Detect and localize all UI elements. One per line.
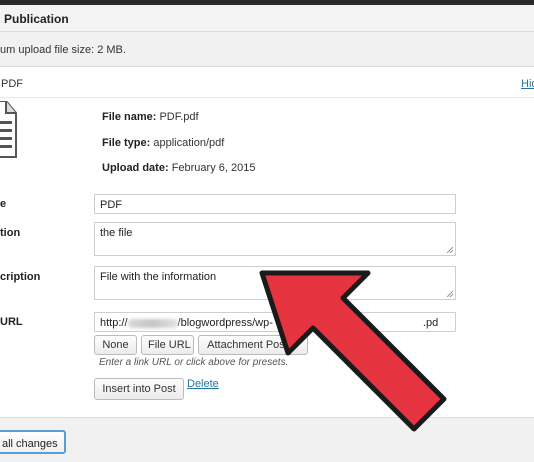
file-type-value: application/pdf	[153, 137, 225, 149]
upload-date-meta: Upload date: February 6, 2015	[102, 162, 255, 174]
upload-date-value: February 6, 2015	[171, 162, 256, 174]
title-input[interactable]: PDF	[94, 194, 456, 214]
link-hint: Enter a link URL or click above for pres…	[99, 357, 289, 368]
attachment-name: PDF	[1, 78, 23, 90]
caption-text: the file	[100, 227, 133, 239]
hide-link[interactable]: Hid	[521, 78, 534, 90]
media-section-header: Publication	[0, 5, 534, 32]
attachment-post-url-button[interactable]: Attachment Post U	[198, 335, 308, 355]
description-label: cription	[0, 271, 41, 283]
caption-textarea[interactable]: the file	[94, 222, 456, 256]
description-textarea[interactable]: File with the information	[94, 266, 456, 300]
document-icon	[0, 101, 17, 158]
file-name-meta: File name: PDF.pdf	[102, 111, 199, 123]
delete-link[interactable]: Delete	[187, 378, 219, 390]
upload-date-label: Upload date:	[102, 162, 169, 174]
caption-label: tion	[0, 227, 21, 239]
url-end: .pd	[422, 317, 439, 329]
attachment-card-header: PDF Hid	[0, 67, 534, 98]
file-url-button[interactable]: File URL	[141, 335, 194, 355]
file-type-label: File type:	[102, 137, 151, 149]
insert-into-post-button[interactable]: Insert into Post	[94, 378, 184, 400]
resize-handle-icon[interactable]	[447, 291, 453, 297]
file-name-value: PDF.pdf	[159, 111, 199, 123]
title-label: e	[0, 198, 7, 210]
url-start: http://	[100, 317, 128, 329]
url-middle: /blogwordpress/wp-	[177, 317, 273, 329]
blurred-host	[127, 318, 178, 328]
upload-size-note: um upload file size: 2 MB.	[0, 44, 126, 56]
link-url-label: URL	[0, 316, 23, 328]
file-type-meta: File type: application/pdf	[102, 137, 224, 149]
save-all-changes-button[interactable]: all changes	[0, 430, 66, 454]
file-name-label: File name:	[102, 111, 157, 123]
resize-handle-icon[interactable]	[447, 247, 453, 253]
description-text: File with the information	[100, 271, 217, 283]
section-title: Publication	[4, 12, 69, 26]
none-button[interactable]: None	[94, 335, 137, 355]
link-url-input[interactable]: http:// /blogwordpress/wp- .pd	[94, 312, 456, 332]
